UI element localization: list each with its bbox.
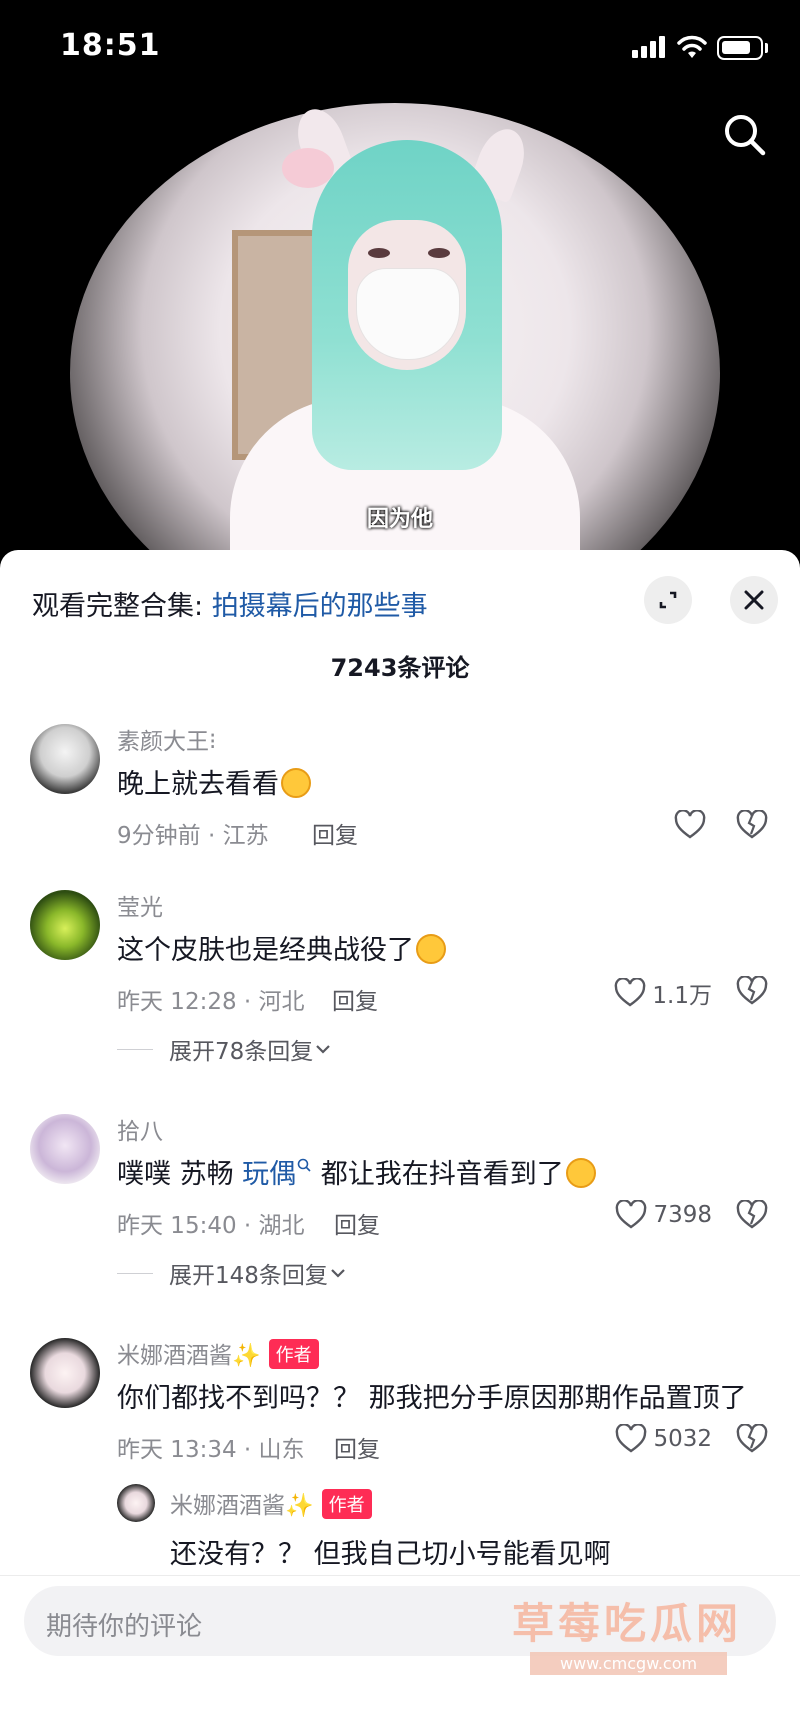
comment-meta: 昨天 13:34 · 山东 (117, 1437, 305, 1463)
like-button[interactable]: 5032 (615, 1424, 712, 1454)
expand-icon (659, 591, 677, 609)
video-figure-eye (428, 248, 450, 258)
broken-heart-icon[interactable] (736, 976, 768, 1006)
like-count: 7398 (653, 1202, 712, 1228)
like-button[interactable] (674, 810, 712, 840)
reply-username-text[interactable]: 米娜酒酒酱✨ (170, 1493, 314, 1519)
reply-button[interactable]: 回复 (312, 816, 358, 850)
comment-username[interactable]: 莹光 (117, 888, 163, 922)
video-figure-mask (356, 268, 460, 360)
reply-button[interactable]: 回复 (334, 1430, 380, 1464)
comment-text: 你们都找不到吗？？ 那我把分手原因那期作品置顶了 (117, 1383, 747, 1414)
broken-heart-icon[interactable] (736, 1424, 768, 1454)
comment-username[interactable]: 素颜大王⁝ (117, 722, 216, 756)
comment-text-part: 噗噗 苏畅 (117, 1159, 243, 1190)
expand-replies-label: 展开148条回复 (169, 1263, 328, 1289)
search-keyword-icon (297, 1158, 311, 1172)
avatar[interactable] (117, 1484, 155, 1522)
comment-meta: 昨天 12:28 · 河北 (117, 989, 305, 1015)
like-count: 5032 (653, 1426, 712, 1452)
heart-icon (616, 1424, 647, 1453)
heart-icon (615, 978, 646, 1007)
status-bar: 18:51 (0, 0, 800, 98)
reply-text: 还没有？？ 但我自己切小号能看见啊 (170, 1539, 611, 1570)
emoji-icon (416, 934, 446, 964)
expand-divider (117, 1272, 153, 1274)
battery-tip (765, 43, 768, 53)
video-figure-eye (368, 248, 390, 258)
status-time: 18:51 (60, 28, 161, 63)
comment-text: 晚上就去看看 (117, 762, 311, 801)
comment-text: 这个皮肤也是经典战役了 (117, 928, 446, 967)
like-button[interactable]: 1.1万 (614, 976, 712, 1010)
comment-username: 米娜酒酒酱✨ 作者 (117, 1336, 319, 1370)
expand-divider (117, 1048, 153, 1050)
comment-input-placeholder: 期待你的评论 (46, 1612, 203, 1642)
search-icon[interactable] (722, 112, 768, 158)
comment-username[interactable]: 拾八 (117, 1112, 163, 1146)
expand-replies-button[interactable]: 展开78条回复 (117, 1032, 333, 1066)
avatar[interactable] (30, 890, 100, 960)
heart-icon (674, 810, 706, 839)
like-button[interactable]: 7398 (615, 1200, 712, 1230)
broken-heart-icon[interactable] (736, 1200, 768, 1230)
comment-count: 7243条评论 (330, 654, 470, 682)
comment-text-part: 都让我在抖音看到了 (312, 1159, 564, 1190)
wifi-icon (677, 35, 707, 58)
video-subtitle: 因为他 (366, 507, 433, 532)
comment-text-body: 这个皮肤也是经典战役了 (117, 935, 414, 966)
avatar[interactable] (30, 724, 100, 794)
expand-replies-label: 展开78条回复 (169, 1039, 314, 1065)
reply-username: 米娜酒酒酱✨ 作者 (170, 1486, 372, 1520)
watermark-logo: 草莓吃瓜网 (512, 1599, 743, 1648)
collection-link[interactable]: 拍摄幕后的那些事 (212, 591, 428, 622)
cellular-signal-icon (632, 36, 666, 58)
author-badge: 作者 (321, 1489, 372, 1519)
comment-sheet: 观看完整合集: 拍摄幕后的那些事 7243条评论 素颜大王⁝ 晚上就去看看 9分… (0, 550, 800, 1731)
close-icon (744, 590, 764, 610)
comment-meta: 昨天 15:40 · 湖北 (117, 1213, 305, 1239)
emoji-icon (281, 768, 311, 798)
reply-button[interactable]: 回复 (332, 982, 378, 1016)
author-badge: 作者 (268, 1339, 319, 1369)
avatar[interactable] (30, 1114, 100, 1184)
avatar[interactable] (30, 1338, 100, 1408)
comment-text: 噗噗 苏畅 玩偶 都让我在抖音看到了 (117, 1152, 596, 1191)
expand-replies-button[interactable]: 展开148条回复 (117, 1256, 348, 1290)
video-player[interactable]: 因为他 (0, 98, 800, 550)
collection-prefix: 观看完整合集: (32, 591, 212, 622)
comment-username-text[interactable]: 米娜酒酒酱✨ (117, 1343, 261, 1369)
chevron-down-icon (316, 1045, 331, 1054)
comment-text-body: 晚上就去看看 (117, 769, 279, 800)
close-sheet-button[interactable] (730, 576, 778, 624)
search-keyword-link[interactable]: 玩偶 (242, 1159, 296, 1190)
battery-icon (717, 36, 763, 60)
heart-icon (616, 1200, 647, 1229)
expand-sheet-button[interactable] (644, 576, 692, 624)
comment-input-bar: 期待你的评论 草莓吃瓜网 www.cmcgw.com (0, 1575, 800, 1731)
comment-meta: 9分钟前 · 江苏 (117, 823, 269, 849)
like-count: 1.1万 (652, 983, 712, 1009)
watermark-url: www.cmcgw.com (530, 1652, 728, 1675)
video-figure-bow (282, 148, 334, 188)
collection-banner[interactable]: 观看完整合集: 拍摄幕后的那些事 (32, 584, 428, 623)
crying-emoji-icon (565, 1158, 596, 1188)
chevron-down-icon (331, 1269, 345, 1278)
reply-button[interactable]: 回复 (334, 1206, 380, 1240)
broken-heart-icon[interactable] (736, 810, 768, 840)
